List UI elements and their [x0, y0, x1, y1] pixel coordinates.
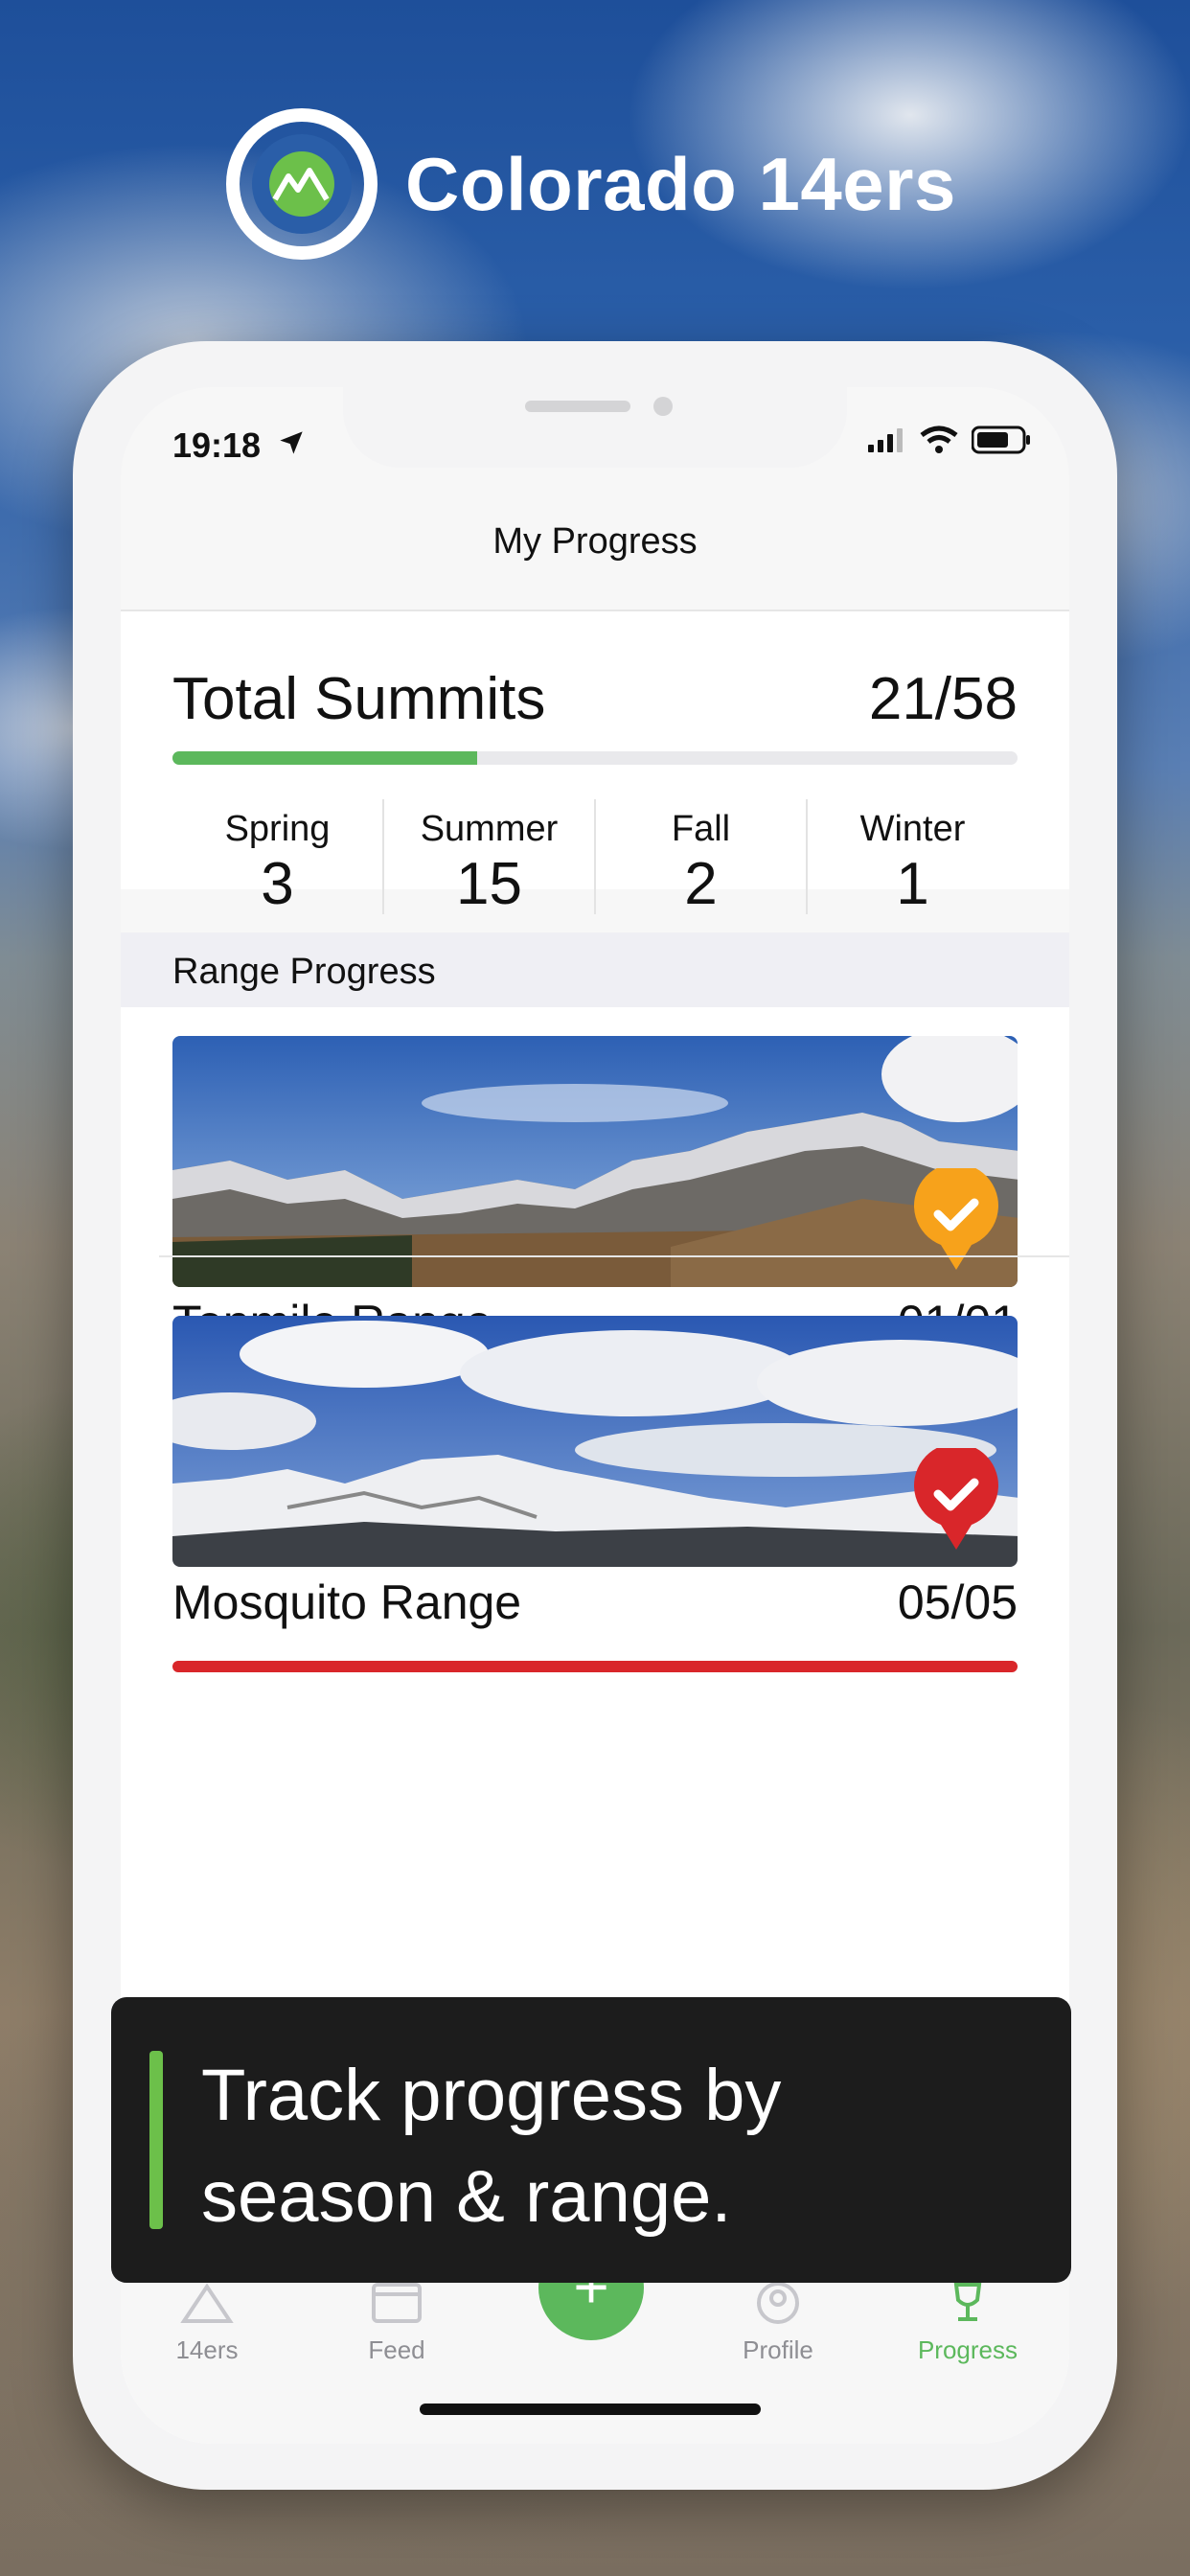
season-summer: Summer 15 — [382, 799, 594, 917]
range-photo-mosquito — [172, 1316, 1018, 1567]
range-progress-title: Range Progress — [172, 952, 436, 992]
season-value: 1 — [896, 851, 929, 917]
colorado-logo-icon — [226, 108, 378, 260]
season-name: Spring — [224, 809, 331, 849]
profile-icon — [757, 2282, 799, 2324]
range-progress-header: Range Progress — [121, 932, 1069, 1007]
mountain-icon — [180, 2283, 234, 2323]
status-icons — [868, 426, 1031, 454]
feature-caption: Track progress by season & range. — [111, 1997, 1071, 2283]
camera — [653, 397, 673, 416]
tab-14ers[interactable]: 14ers — [130, 2281, 284, 2365]
location-arrow-icon — [280, 431, 303, 454]
trophy-icon — [953, 2283, 982, 2321]
total-progress-bar — [172, 751, 1018, 765]
season-name: Winter — [859, 809, 966, 849]
caption-text: Track progress by season & range. — [201, 2055, 782, 2238]
notch — [343, 387, 847, 468]
completed-check-badge-icon — [914, 1168, 998, 1270]
season-name: Fall — [671, 809, 731, 849]
app-title: Colorado 14ers — [405, 141, 956, 226]
tab-label: Profile — [743, 2335, 813, 2364]
total-progress-fill — [172, 751, 477, 765]
mountain-photo — [172, 1316, 1018, 1567]
app-brand: Colorado 14ers — [225, 107, 956, 261]
range-card-mosquito[interactable]: Mosquito Range 05/05 — [172, 1287, 1018, 1737]
total-summits-label: Total Summits — [172, 666, 546, 732]
tab-progress[interactable]: Progress — [891, 2281, 1044, 2365]
wifi-icon — [920, 426, 958, 453]
range-divider — [159, 1255, 1069, 1257]
tab-label: 14ers — [175, 2335, 239, 2364]
status-time: 19:18 — [172, 426, 262, 465]
home-indicator[interactable] — [420, 2404, 761, 2415]
mountain-photo — [172, 1036, 1018, 1287]
season-name: Summer — [420, 809, 559, 849]
season-breakdown: Spring 3 Summer 15 Fall 2 Winter 1 — [172, 799, 1018, 917]
season-winter: Winter 1 — [806, 799, 1018, 917]
battery-icon — [972, 426, 1030, 454]
feed-icon — [372, 2283, 422, 2323]
season-value: 3 — [261, 851, 294, 917]
page-title: My Progress — [492, 521, 698, 562]
tab-profile[interactable]: Profile — [701, 2281, 855, 2365]
season-value: 15 — [456, 851, 522, 917]
tab-feed[interactable]: Feed — [320, 2281, 473, 2365]
tab-bar: 14ers Feed + Profile Progress — [121, 2235, 1069, 2444]
range-photo-tenmile — [172, 1036, 1018, 1287]
season-fall: Fall 2 — [594, 799, 806, 917]
range-progress-bar — [172, 1661, 1018, 1672]
season-value: 2 — [684, 851, 718, 917]
tab-label: Progress — [917, 2335, 1018, 2364]
range-name: Mosquito Range — [172, 1576, 522, 1629]
season-spring: Spring 3 — [172, 799, 382, 917]
caption-accent-bar — [149, 2051, 163, 2229]
total-summits-section: Total Summits 21/58 Spring 3 Summer 15 F… — [121, 611, 1069, 917]
total-summits-value: 21/58 — [868, 666, 1018, 732]
range-count: 05/05 — [897, 1576, 1018, 1629]
tab-label: Feed — [368, 2335, 425, 2364]
cellular-signal-icon — [868, 428, 903, 452]
completed-check-badge-icon — [914, 1448, 998, 1550]
speaker — [525, 401, 630, 412]
